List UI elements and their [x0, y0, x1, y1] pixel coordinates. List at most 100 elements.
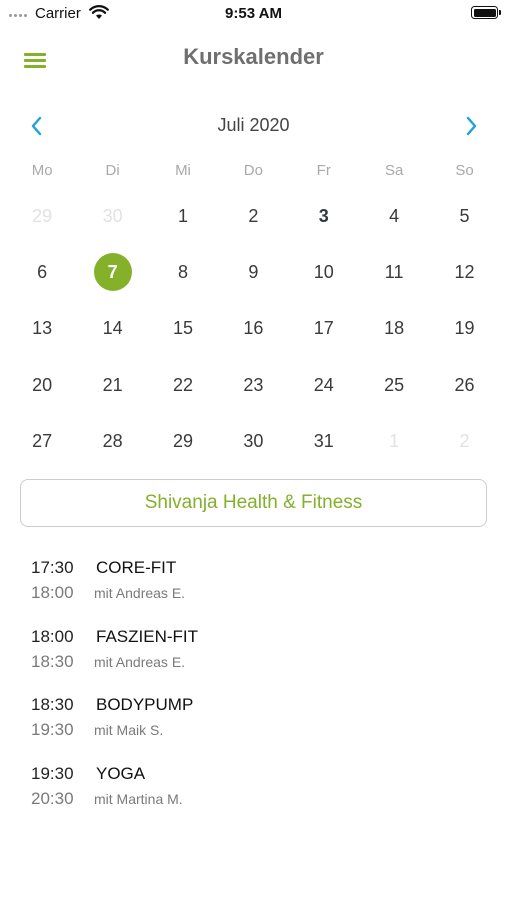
calendar-day[interactable]: 20 [7, 357, 77, 413]
calendar-day[interactable]: 17 [289, 301, 359, 357]
calendar-day[interactable]: 13 [7, 301, 77, 357]
calendar-day[interactable]: 26 [429, 357, 499, 413]
calendar-day-number: 2 [248, 205, 259, 226]
calendar-day[interactable]: 23 [218, 357, 288, 413]
calendar-day[interactable]: 18 [359, 301, 429, 357]
calendar-day-number: 29 [32, 205, 53, 226]
calendar-day[interactable]: 12 [429, 244, 499, 300]
class-name: YOGA [96, 763, 146, 783]
calendar-day[interactable]: 31 [289, 413, 359, 469]
calendar-day[interactable]: 30 [218, 413, 288, 469]
calendar-day[interactable]: 2 [218, 188, 288, 244]
calendar-day[interactable]: 8 [148, 244, 218, 300]
calendar-day-number: 31 [313, 430, 334, 451]
calendar-day-number: 27 [32, 430, 53, 451]
calendar-day-number: 24 [313, 374, 334, 395]
class-trainer: mit Andreas E. [94, 653, 186, 670]
calendar-day[interactable]: 4 [359, 188, 429, 244]
calendar-day-number: 1 [177, 205, 188, 226]
calendar-day-number: 7 [93, 253, 132, 292]
calendar-day[interactable]: 27 [7, 413, 77, 469]
calendar-day-number: 9 [248, 261, 259, 282]
calendar-day[interactable]: 1 [148, 188, 218, 244]
calendar-day-number: 12 [454, 261, 475, 282]
calendar-day[interactable]: 15 [148, 301, 218, 357]
class-name: CORE-FIT [96, 558, 177, 577]
class-list-item[interactable]: 18:00 18:30 FASZIEN-FIT mit Andreas E. [31, 627, 481, 696]
calendar-day[interactable]: 24 [289, 357, 359, 413]
calendar-day-number: 21 [102, 374, 123, 395]
calendar-day-number: 15 [172, 318, 193, 339]
next-month-button[interactable] [459, 114, 483, 138]
battery-icon [471, 6, 501, 19]
calendar-day[interactable]: 28 [77, 413, 147, 469]
calendar-day-number: 13 [32, 318, 53, 339]
calendar-day-number: 30 [102, 205, 123, 226]
studio-label: Shivanja Health & Fitness [144, 492, 363, 513]
class-name: BODYPUMP [96, 695, 194, 714]
calendar-day-number: 20 [32, 374, 53, 395]
calendar-day[interactable]: 10 [289, 244, 359, 300]
calendar-day-number: 18 [384, 318, 405, 339]
calendar-day-number: 3 [318, 205, 329, 226]
calendar-day[interactable]: 5 [429, 188, 499, 244]
calendar-day[interactable]: 9 [218, 244, 288, 300]
calendar-day[interactable]: 22 [148, 357, 218, 413]
calendar-day[interactable]: 14 [77, 301, 147, 357]
calendar-day-today[interactable]: 3 [289, 188, 359, 244]
weekday-label: Sa [384, 162, 404, 179]
class-start-time: 17:30 [31, 558, 74, 577]
class-list-item[interactable]: 19:30 20:30 YOGA mit Martina M. [31, 764, 481, 833]
calendar-day-number: 28 [102, 430, 123, 451]
calendar-day: 30 [77, 188, 147, 244]
class-start-time: 19:30 [31, 763, 74, 783]
class-end-time: 19:30 [31, 720, 74, 739]
weekday-label: Di [105, 162, 120, 179]
calendar-day-number: 19 [454, 318, 475, 339]
calendar-day: 29 [7, 188, 77, 244]
month-label: Juli 2020 [217, 115, 290, 135]
calendar-day-number: 4 [389, 205, 400, 226]
class-end-time: 18:00 [31, 583, 74, 602]
class-trainer: mit Maik S. [94, 722, 164, 738]
class-list: 17:30 18:00 CORE-FIT mit Andreas E. 18:00 18:… [31, 558, 481, 832]
calendar-day[interactable]: 11 [359, 244, 429, 300]
calendar-day[interactable]: 19 [429, 301, 499, 357]
calendar-day-number: 30 [243, 430, 264, 451]
calendar-day-number: 17 [313, 318, 334, 339]
class-list-item[interactable]: 17:30 18:00 CORE-FIT mit Andreas E. [31, 558, 481, 627]
page-title: Kurskalender [183, 44, 324, 69]
status-bar: Carrier 9:53 AM [0, 0, 507, 28]
calendar-day-selected[interactable]: 7 [77, 244, 147, 300]
calendar-day-number: 5 [459, 205, 470, 226]
calendar-day-number: 2 [459, 430, 470, 451]
calendar-day-number: 25 [384, 374, 405, 395]
calendar-day[interactable]: 6 [7, 244, 77, 300]
calendar-day-number: 26 [454, 374, 475, 395]
class-end-time: 18:30 [31, 651, 74, 671]
calendar-day: 2 [429, 413, 499, 469]
calendar-day[interactable]: 21 [77, 357, 147, 413]
class-start-time: 18:00 [31, 626, 74, 646]
calendar-day-number: 10 [313, 261, 334, 282]
class-end-time: 20:30 [31, 788, 74, 808]
calendar-day[interactable]: 25 [359, 357, 429, 413]
calendar-day-number: 23 [243, 374, 264, 395]
class-trainer: mit Martina M. [94, 790, 183, 807]
calendar-day-number: 14 [102, 318, 123, 339]
calendar-day-number: 11 [384, 261, 404, 282]
status-time: 9:53 AM [225, 5, 282, 22]
calendar-day-number: 16 [243, 318, 264, 339]
calendar-day[interactable]: 29 [148, 413, 218, 469]
calendar-day[interactable]: 16 [218, 301, 288, 357]
chevron-right-icon [466, 116, 477, 136]
calendar-day-number: 8 [177, 261, 188, 282]
calendar-day: 1 [359, 413, 429, 469]
weekday-label: Mo [31, 162, 53, 179]
calendar-grid: 29 30 1 2 3 4 5 6 7 8 9 10 11 12 13 14 15 16 17 18 19 20 21 22 2… [7, 188, 500, 469]
weekday-label: Fr [316, 162, 331, 179]
calendar-day-number: 29 [172, 430, 193, 451]
studio-select-button[interactable]: Shivanja Health & Fitness [20, 479, 487, 527]
class-list-item[interactable]: 18:30 19:30 BODYPUMP mit Maik S. [31, 695, 481, 764]
calendar-day-number: 22 [172, 374, 193, 395]
